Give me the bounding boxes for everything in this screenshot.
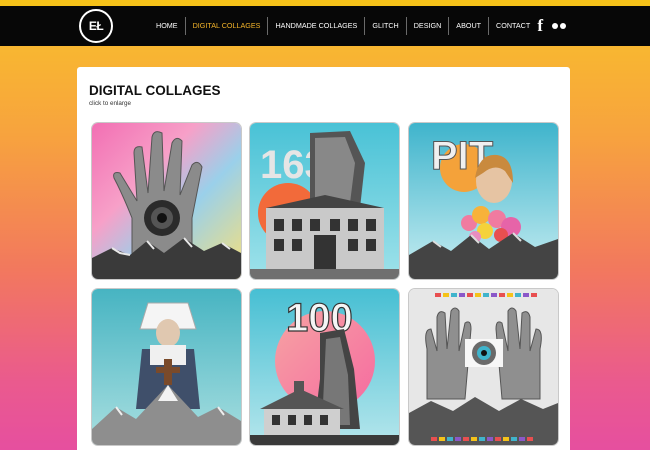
gallery-tile-3[interactable]: PIT: [409, 123, 558, 279]
collage-pit-woman-image: PIT: [409, 123, 558, 279]
collage-nun-mountain-image: [92, 289, 241, 445]
collage-100-house-image: 100: [250, 289, 399, 445]
nav-contact[interactable]: CONTACT: [488, 17, 537, 35]
nav-home[interactable]: HOME: [149, 17, 185, 35]
gallery-tile-5[interactable]: 100: [250, 289, 399, 445]
site-logo[interactable]: EŁ: [79, 9, 113, 43]
nav-glitch[interactable]: GLITCH: [364, 17, 405, 35]
nav-design[interactable]: DESIGN: [405, 17, 449, 35]
gallery-tile-2[interactable]: 163: [250, 123, 399, 279]
content-panel: DIGITAL COLLAGES click to enlarge 163 PI…: [77, 67, 570, 450]
facebook-icon[interactable]: f: [537, 17, 543, 34]
gallery-tile-1[interactable]: [92, 123, 241, 279]
nav-about[interactable]: ABOUT: [448, 17, 488, 35]
collage-hands-eye-image: [409, 289, 558, 445]
site-header: EŁ HOME DIGITAL COLLAGES HANDMADE COLLAG…: [0, 6, 650, 46]
flickr-icon[interactable]: [552, 23, 566, 29]
page-title: DIGITAL COLLAGES: [89, 83, 221, 98]
nav-digital-collages[interactable]: DIGITAL COLLAGES: [184, 17, 268, 35]
collage-hand-eye-image: [92, 123, 241, 279]
gallery-tile-4[interactable]: [92, 289, 241, 445]
main-nav: HOME DIGITAL COLLAGES HANDMADE COLLAGES …: [149, 17, 537, 35]
collage-building-163-image: 163: [250, 123, 399, 279]
nav-handmade-collages[interactable]: HANDMADE COLLAGES: [267, 17, 364, 35]
social-links: f: [537, 17, 566, 34]
page-subtitle: click to enlarge: [89, 100, 131, 107]
gallery-tile-6[interactable]: [409, 289, 558, 445]
